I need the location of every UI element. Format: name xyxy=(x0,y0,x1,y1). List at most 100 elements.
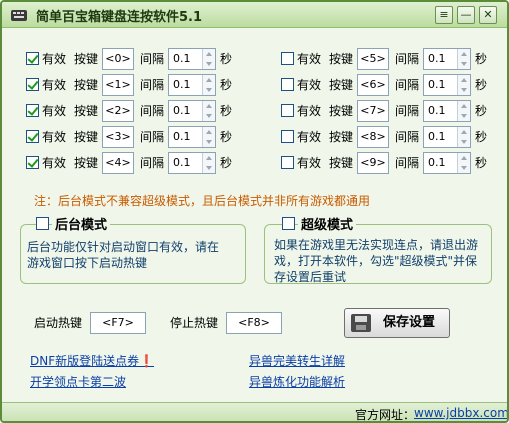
spinner-arrows[interactable] xyxy=(457,153,470,173)
interval-value: 0.1 xyxy=(173,78,191,91)
left-enable-checkbox-2[interactable] xyxy=(26,104,39,117)
left-seconds-label-3: 秒 xyxy=(220,130,233,144)
spinner-up-icon[interactable] xyxy=(461,130,467,134)
left-enable-checkbox-0[interactable] xyxy=(26,52,39,65)
spinner-down-icon[interactable] xyxy=(461,140,467,144)
minimize-button[interactable]: — xyxy=(457,6,475,24)
right-interval-spinner-9[interactable]: 0.1 xyxy=(423,152,471,174)
spinner-arrows[interactable] xyxy=(202,101,215,121)
spinner-up-icon[interactable] xyxy=(461,104,467,108)
pet-refine-link[interactable]: 异兽炼化功能解析 xyxy=(249,373,345,390)
left-interval-spinner-2[interactable]: 0.1 xyxy=(168,100,216,122)
spinner-up-icon[interactable] xyxy=(206,78,212,82)
super-mode-title: 超级模式 xyxy=(298,214,357,233)
left-interval-spinner-4[interactable]: 0.1 xyxy=(168,152,216,174)
pet-rebirth-link[interactable]: 异兽完美转生详解 xyxy=(249,352,345,369)
spinner-arrows[interactable] xyxy=(202,75,215,95)
stop-hotkey-input[interactable]: <F8> xyxy=(226,312,282,334)
background-mode-checkbox[interactable] xyxy=(36,217,49,230)
left-interval-spinner-1[interactable]: 0.1 xyxy=(168,74,216,96)
left-seconds-label-4: 秒 xyxy=(220,156,233,170)
spinner-arrows[interactable] xyxy=(457,101,470,121)
spinner-down-icon[interactable] xyxy=(206,62,212,66)
keyboard-app-icon xyxy=(11,10,27,21)
spinner-down-icon[interactable] xyxy=(206,88,212,92)
spinner-down-icon[interactable] xyxy=(461,62,467,66)
spinner-arrows[interactable] xyxy=(457,75,470,95)
right-interval-label-9: 间隔 xyxy=(395,156,420,170)
interval-value: 0.1 xyxy=(173,104,191,117)
right-enable-checkbox-8[interactable] xyxy=(281,130,294,143)
left-seconds-label-1: 秒 xyxy=(220,78,233,92)
compatibility-note: 注：后台模式不兼容超级模式，且后台模式并非所有游戏都通用 xyxy=(34,194,371,208)
spinner-down-icon[interactable] xyxy=(461,114,467,118)
left-key-input-3[interactable]: <3> xyxy=(102,126,134,148)
spinner-arrows[interactable] xyxy=(457,49,470,69)
left-key-label-2: 按键 xyxy=(74,104,99,118)
background-mode-desc-1: 后台功能仅针对启动窗口有效，请在 xyxy=(27,240,220,254)
dnf-promo-link[interactable]: DNF新版登陆送点券❗ xyxy=(30,352,154,369)
right-interval-spinner-6[interactable]: 0.1 xyxy=(423,74,471,96)
left-interval-label-4: 间隔 xyxy=(140,156,165,170)
stop-hotkey-label: 停止热键 xyxy=(170,316,219,330)
right-interval-spinner-8[interactable]: 0.1 xyxy=(423,126,471,148)
spinner-arrows[interactable] xyxy=(202,153,215,173)
close-button[interactable]: ✕ xyxy=(479,6,497,24)
right-key-input-9[interactable]: <9> xyxy=(357,152,389,174)
spinner-up-icon[interactable] xyxy=(206,104,212,108)
interval-value: 0.1 xyxy=(173,52,191,65)
left-interval-spinner-0[interactable]: 0.1 xyxy=(168,48,216,70)
right-seconds-label-5: 秒 xyxy=(475,52,488,66)
right-key-input-6[interactable]: <6> xyxy=(357,74,389,96)
spinner-down-icon[interactable] xyxy=(206,114,212,118)
right-enable-checkbox-5[interactable] xyxy=(281,52,294,65)
right-interval-spinner-5[interactable]: 0.1 xyxy=(423,48,471,70)
left-key-input-0[interactable]: <0> xyxy=(102,48,134,70)
left-enable-checkbox-1[interactable] xyxy=(26,78,39,91)
right-enable-label-5: 有效 xyxy=(297,52,322,66)
right-key-input-5[interactable]: <5> xyxy=(357,48,389,70)
interval-value: 0.1 xyxy=(428,130,446,143)
spinner-down-icon[interactable] xyxy=(206,166,212,170)
left-enable-checkbox-3[interactable] xyxy=(26,130,39,143)
right-interval-spinner-7[interactable]: 0.1 xyxy=(423,100,471,122)
spinner-up-icon[interactable] xyxy=(461,52,467,56)
right-enable-checkbox-9[interactable] xyxy=(281,156,294,169)
official-site-link[interactable]: www.jdbbx.com xyxy=(414,406,507,420)
menu-button[interactable]: ≡ xyxy=(435,6,453,24)
left-key-input-2[interactable]: <2> xyxy=(102,100,134,122)
spinner-down-icon[interactable] xyxy=(461,88,467,92)
super-mode-desc-3: 存设置后重试 xyxy=(274,270,347,284)
spinner-arrows[interactable] xyxy=(202,127,215,147)
right-enable-checkbox-6[interactable] xyxy=(281,78,294,91)
start-hotkey-input[interactable]: <F7> xyxy=(90,312,146,334)
left-enable-checkbox-4[interactable] xyxy=(26,156,39,169)
right-key-input-7[interactable]: <7> xyxy=(357,100,389,122)
spinner-down-icon[interactable] xyxy=(461,166,467,170)
start-hotkey-label: 启动热键 xyxy=(34,316,83,330)
left-enable-label-1: 有效 xyxy=(42,78,67,92)
spinner-arrows[interactable] xyxy=(457,127,470,147)
spinner-up-icon[interactable] xyxy=(206,156,212,160)
left-key-input-4[interactable]: <4> xyxy=(102,152,134,174)
spinner-up-icon[interactable] xyxy=(461,78,467,82)
left-key-input-1[interactable]: <1> xyxy=(102,74,134,96)
left-key-label-4: 按键 xyxy=(74,156,99,170)
spinner-down-icon[interactable] xyxy=(206,140,212,144)
right-key-input-8[interactable]: <8> xyxy=(357,126,389,148)
save-settings-button[interactable]: 保存设置 xyxy=(344,308,450,338)
right-key-label-9: 按键 xyxy=(329,156,354,170)
right-enable-label-6: 有效 xyxy=(297,78,322,92)
spinner-up-icon[interactable] xyxy=(461,156,467,160)
left-interval-spinner-3[interactable]: 0.1 xyxy=(168,126,216,148)
left-interval-label-3: 间隔 xyxy=(140,130,165,144)
spinner-up-icon[interactable] xyxy=(206,130,212,134)
super-mode-checkbox[interactable] xyxy=(282,217,295,230)
spinner-arrows[interactable] xyxy=(202,49,215,69)
left-seconds-label-2: 秒 xyxy=(220,104,233,118)
card-promo-link[interactable]: 开学领点卡第二波 xyxy=(30,373,126,390)
spinner-up-icon[interactable] xyxy=(206,52,212,56)
right-enable-checkbox-7[interactable] xyxy=(281,104,294,117)
interval-value: 0.1 xyxy=(428,156,446,169)
left-interval-label-2: 间隔 xyxy=(140,104,165,118)
